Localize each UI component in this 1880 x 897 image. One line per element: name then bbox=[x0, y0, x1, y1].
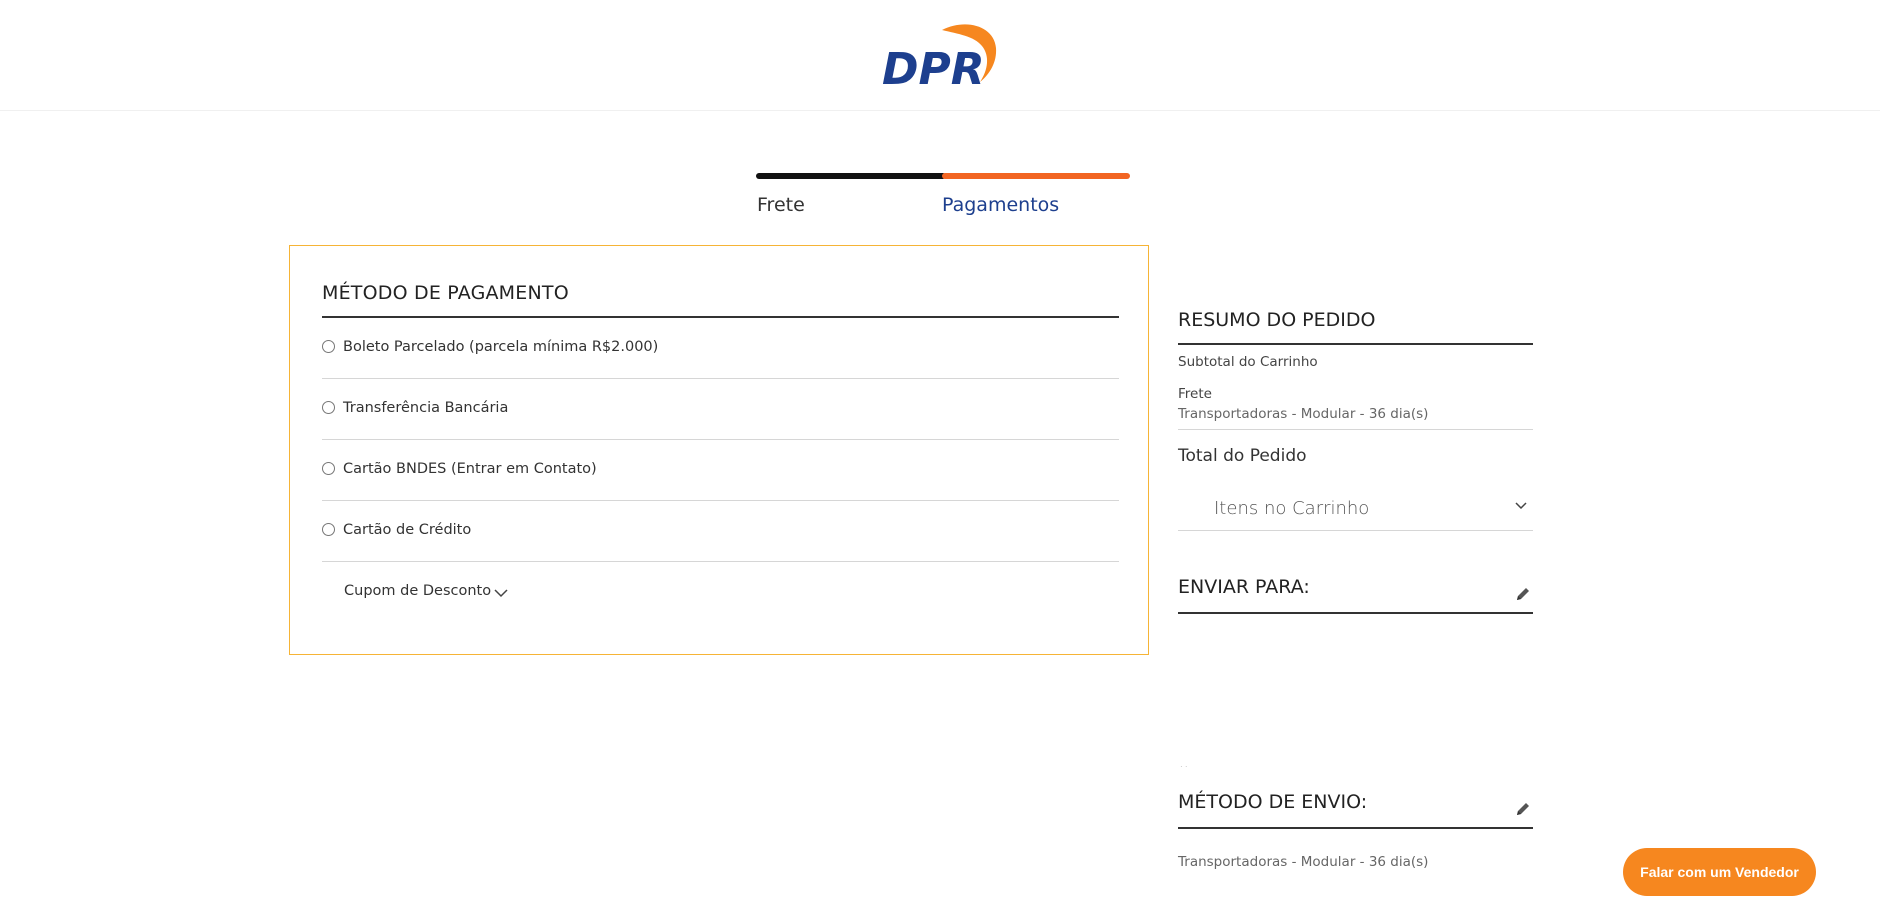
payment-option-label: Cartão de Crédito bbox=[343, 522, 472, 538]
radio-transferencia[interactable] bbox=[322, 401, 335, 414]
talk-to-vendor-button[interactable]: Falar com um Vendedor bbox=[1623, 848, 1816, 896]
cart-items-label: Itens no Carrinho bbox=[1214, 498, 1370, 519]
ship-method-value: Transportadoras - Modular - 36 dia(s) bbox=[1178, 854, 1429, 870]
chevron-down-icon bbox=[1515, 502, 1527, 510]
edit-pencil-icon[interactable] bbox=[1515, 586, 1531, 602]
radio-boleto[interactable] bbox=[322, 340, 335, 353]
shipping-label: Frete bbox=[1178, 386, 1212, 402]
step-frete[interactable]: Frete bbox=[757, 194, 805, 216]
progress-step-pagamentos-bar bbox=[942, 173, 1130, 179]
step-pagamentos: Pagamentos bbox=[942, 194, 1060, 216]
chevron-down-icon bbox=[494, 589, 508, 598]
checkout-progress-bar bbox=[756, 173, 1130, 179]
payment-method-title: MÉTODO DE PAGAMENTO bbox=[322, 282, 569, 304]
discount-coupon-toggle[interactable]: Cupom de Desconto bbox=[344, 583, 508, 599]
payment-option-label: Boleto Parcelado (parcela mínima R$2.000… bbox=[343, 339, 659, 355]
payment-option-cartao-bndes[interactable]: Cartão BNDES (Entrar em Contato) bbox=[322, 440, 1119, 501]
radio-cartao-credito[interactable] bbox=[322, 523, 335, 536]
payment-option-transferencia[interactable]: Transferência Bancária bbox=[322, 379, 1119, 440]
order-total-label: Total do Pedido bbox=[1178, 446, 1307, 466]
order-summary-title: RESUMO DO PEDIDO bbox=[1178, 309, 1376, 331]
edit-pencil-icon[interactable] bbox=[1515, 801, 1531, 817]
summary-divider bbox=[1178, 429, 1533, 430]
ship-method-title: MÉTODO DE ENVIO: bbox=[1178, 791, 1368, 813]
cart-items-toggle[interactable]: Itens no Carrinho bbox=[1178, 484, 1533, 531]
shipping-method-text: Transportadoras - Modular - 36 dia(s) bbox=[1178, 406, 1429, 422]
progress-step-frete-bar bbox=[756, 173, 946, 179]
ship-to-title: ENVIAR PARA: bbox=[1178, 576, 1310, 598]
ship-method-divider bbox=[1178, 827, 1533, 829]
payment-option-cartao-credito[interactable]: Cartão de Crédito bbox=[322, 501, 1119, 562]
discount-coupon-label: Cupom de Desconto bbox=[344, 583, 492, 599]
radio-cartao-bndes[interactable] bbox=[322, 462, 335, 475]
subtotal-label: Subtotal do Carrinho bbox=[1178, 354, 1318, 370]
payment-option-label: Transferência Bancária bbox=[343, 400, 509, 416]
ship-to-divider bbox=[1178, 612, 1533, 614]
summary-title-divider bbox=[1178, 343, 1533, 345]
loading-dots: · · bbox=[1180, 762, 1188, 771]
logo-lettering: DPR bbox=[882, 44, 985, 92]
payment-option-boleto[interactable]: Boleto Parcelado (parcela mínima R$2.000… bbox=[322, 318, 1119, 379]
payment-method-panel: MÉTODO DE PAGAMENTO Boleto Parcelado (pa… bbox=[289, 245, 1149, 655]
site-header: DPR bbox=[0, 0, 1880, 111]
dpr-logo[interactable]: DPR bbox=[880, 16, 1004, 95]
payment-option-label: Cartão BNDES (Entrar em Contato) bbox=[343, 461, 597, 477]
